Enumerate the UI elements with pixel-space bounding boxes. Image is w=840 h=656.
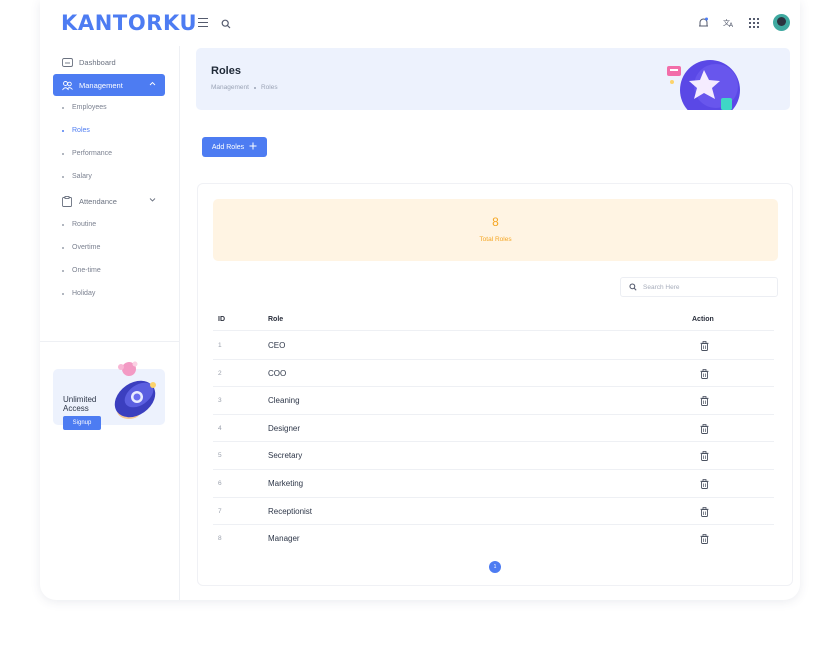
- promo-text: Unlimited Access: [63, 395, 97, 413]
- table-row: 4 Designer: [213, 415, 774, 443]
- roles-card: 8 Total Roles ID Role Action 1 CEO 2 COO: [197, 183, 793, 586]
- sidebar-item-dashboard[interactable]: Dashboard: [53, 51, 165, 73]
- sidebar-item-one-time[interactable]: One-time: [62, 267, 101, 274]
- top-bar: KANTORKU 文A: [40, 0, 800, 46]
- delete-icon[interactable]: [700, 451, 709, 463]
- cell-role: Marketing: [268, 478, 304, 488]
- delete-icon[interactable]: [700, 423, 709, 436]
- search-icon[interactable]: [221, 16, 231, 34]
- sidebar-item-roles[interactable]: Roles: [62, 127, 90, 134]
- chevron-down-icon: [149, 195, 156, 204]
- table-row: 2 COO: [213, 360, 774, 388]
- divider: [40, 341, 180, 342]
- sidebar-item-employees[interactable]: Employees: [62, 104, 107, 111]
- delete-icon[interactable]: [700, 534, 709, 546]
- star-illustration: [664, 54, 750, 110]
- svg-text:A: A: [729, 22, 734, 28]
- sidebar-item-label: Attendance: [79, 196, 117, 206]
- promo-card: Unlimited Access Signup: [53, 361, 165, 430]
- cell-id: 6: [218, 479, 222, 487]
- column-header-id[interactable]: ID: [218, 316, 225, 323]
- apps-grid-icon[interactable]: [749, 17, 759, 28]
- stat-value: 8: [492, 215, 499, 229]
- table-header: ID Role Action: [213, 309, 774, 331]
- sidebar-item-overtime[interactable]: Overtime: [62, 244, 100, 251]
- cell-role: Receptionist: [268, 506, 313, 516]
- table-body: 1 CEO 2 COO 3 Cleaning 4 Designer 5 Secr…: [213, 332, 774, 553]
- cell-id: 5: [218, 452, 222, 460]
- cell-id: 3: [218, 397, 222, 405]
- cell-id: 4: [218, 424, 222, 432]
- clipboard-icon: [61, 195, 73, 207]
- user-avatar[interactable]: [773, 14, 790, 31]
- delete-icon[interactable]: [700, 368, 709, 381]
- table-row: 3 Cleaning: [213, 387, 774, 415]
- search-icon: [629, 278, 637, 296]
- cell-role: Designer: [268, 423, 301, 433]
- cell-role: COO: [268, 368, 287, 378]
- cell-role: CEO: [268, 341, 286, 350]
- pagination-page-1[interactable]: 1: [489, 561, 501, 573]
- translate-icon[interactable]: 文A: [723, 17, 735, 28]
- signup-button[interactable]: Signup: [63, 416, 101, 430]
- app-window: KANTORKU 文A Dashboard Management Employe…: [40, 0, 800, 600]
- sidebar-item-attendance[interactable]: Attendance: [53, 190, 165, 212]
- management-icon: [61, 79, 73, 91]
- total-roles-stat: 8 Total Roles: [213, 199, 778, 261]
- page-title: Roles: [211, 65, 241, 77]
- cell-role: Manager: [268, 534, 300, 544]
- search-input[interactable]: [643, 283, 763, 291]
- delete-icon[interactable]: [700, 396, 709, 408]
- delete-icon[interactable]: [700, 479, 709, 491]
- sidebar-item-holiday[interactable]: Holiday: [62, 290, 95, 297]
- table-row: 8 Manager: [213, 525, 774, 553]
- cell-id: 8: [218, 535, 222, 543]
- table-row: 6 Marketing: [213, 470, 774, 498]
- table-row: 1 CEO: [213, 332, 774, 360]
- stat-label: Total Roles: [479, 236, 512, 243]
- breadcrumb-item-management[interactable]: Management: [211, 84, 249, 91]
- delete-icon[interactable]: [700, 341, 709, 353]
- cell-id: 7: [218, 507, 222, 515]
- menu-icon[interactable]: [198, 18, 208, 27]
- rocket-illustration: [109, 355, 165, 430]
- cell-role: Secretary: [268, 451, 303, 461]
- add-roles-button[interactable]: Add Roles: [202, 137, 267, 157]
- sidebar-item-label: Management: [79, 80, 123, 90]
- breadcrumb: Management Roles: [211, 84, 278, 91]
- cell-role: Cleaning: [268, 396, 300, 406]
- sidebar-item-salary[interactable]: Salary: [62, 173, 92, 180]
- plus-icon: [249, 142, 257, 152]
- sidebar-item-label: Dashboard: [79, 57, 116, 67]
- logo[interactable]: KANTORKU: [61, 11, 197, 35]
- sidebar-item-routine[interactable]: Routine: [62, 221, 96, 228]
- sidebar-item-performance[interactable]: Performance: [62, 150, 112, 157]
- column-header-action: Action: [692, 316, 714, 323]
- chevron-up-icon: [149, 79, 156, 88]
- cell-id: 1: [218, 342, 222, 349]
- column-header-role[interactable]: Role: [268, 316, 283, 323]
- breadcrumb-item-roles: Roles: [260, 84, 278, 91]
- cell-id: 2: [218, 369, 222, 377]
- search-box: [620, 277, 778, 297]
- dashboard-icon: [61, 56, 73, 68]
- notification-icon[interactable]: [698, 17, 709, 29]
- header-actions: 文A: [698, 14, 790, 31]
- table-row: 7 Receptionist: [213, 498, 774, 526]
- table-row: 5 Secretary: [213, 442, 774, 470]
- sidebar-item-management[interactable]: Management: [53, 74, 165, 96]
- sidebar: Dashboard Management Employees Roles Per…: [40, 46, 180, 600]
- delete-icon[interactable]: [700, 506, 709, 519]
- page-header-banner: Roles Management Roles: [196, 48, 790, 110]
